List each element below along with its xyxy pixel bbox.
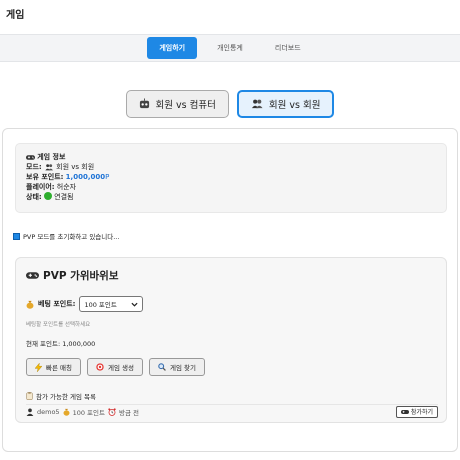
info-square-icon	[13, 232, 20, 240]
game-item-user: demo5	[37, 407, 60, 416]
current-points: 현재 포인트: 1,000,000	[26, 340, 96, 348]
game-item-time: 방금 전	[119, 408, 140, 417]
game-title-text: PVP 가위바위보	[43, 270, 119, 282]
moneybag-icon	[26, 300, 34, 309]
quick-match-button[interactable]: 빠른 매칭	[26, 358, 81, 376]
info-status-line: 상태: 연결됨	[26, 192, 436, 202]
game-item-points: 100 포인트	[72, 408, 105, 417]
status-dot-icon	[43, 192, 52, 200]
find-game-label: 게임 찾기	[170, 364, 196, 372]
game-title: PVP 가위바위보	[26, 268, 118, 283]
pvp-game-card: PVP 가위바위보 베팅 포인트: 100 포인트 베팅할 포인트를 선택하세요…	[15, 257, 447, 423]
page-title: 게임	[6, 10, 25, 21]
gamepad-icon	[26, 270, 39, 282]
search-icon	[158, 363, 166, 371]
chevron-down-icon	[131, 300, 138, 308]
bet-selected-value: 100 포인트	[84, 301, 117, 309]
info-status-value: 연결됨	[54, 193, 74, 201]
user-icon	[26, 408, 34, 416]
mode-member-vs-computer-button[interactable]: 회원 vs 컴퓨터	[125, 90, 229, 118]
bet-label: 베팅 포인트:	[38, 300, 76, 308]
mode-member-vs-member-button[interactable]: 회원 vs 회원	[236, 90, 335, 118]
info-player-key: 플레이어:	[26, 183, 55, 191]
game-info-box: 게임 정보 모드: 회원 vs 회원 보유 포인트: 1,000,000P 플레…	[15, 143, 447, 213]
info-points-value: 1,000,000	[65, 173, 106, 181]
lightning-icon	[35, 362, 42, 372]
action-buttons: 빠른 매칭 게임 생성 게임 찾기	[26, 358, 205, 376]
bet-points-select[interactable]: 100 포인트	[79, 296, 144, 312]
people-icon	[251, 98, 263, 110]
create-game-label: 게임 생성	[108, 364, 134, 372]
find-game-button[interactable]: 게임 찾기	[149, 358, 205, 376]
info-points-key: 보유 포인트:	[26, 173, 64, 181]
info-title: 게임 정보	[37, 153, 66, 161]
tab-bar: 게임하기 개인통계 리더보드	[0, 34, 460, 62]
tab-play[interactable]: 게임하기	[147, 37, 198, 59]
init-status-message: PVP 모드를 초기화하고 있습니다...	[13, 231, 119, 241]
info-mode-value: 회원 vs 회원	[56, 163, 95, 171]
game-panel: 게임 정보 모드: 회원 vs 회원 보유 포인트: 1,000,000P 플레…	[2, 128, 458, 452]
info-points-line: 보유 포인트: 1,000,000P	[26, 172, 436, 182]
mode-label: 회원 vs 회원	[268, 100, 321, 111]
info-player-value: 허순자	[56, 183, 77, 191]
info-points-unit: P	[105, 173, 110, 181]
create-game-button[interactable]: 게임 생성	[87, 358, 143, 376]
info-mode-line: 모드: 회원 vs 회원	[26, 162, 436, 172]
tab-leaderboard[interactable]: 리더보드	[263, 37, 313, 59]
list-title-text: 참가 가능한 게임 목록	[36, 393, 97, 401]
bet-row: 베팅 포인트: 100 포인트	[26, 296, 144, 312]
list-item: demo5 100 포인트 방금 전 참가하기	[26, 404, 438, 418]
join-game-label: 참가하기	[410, 409, 433, 416]
mode-selector: 회원 vs 컴퓨터 회원 vs 회원	[0, 90, 460, 118]
gamepad-icon	[400, 408, 409, 415]
quick-match-label: 빠른 매칭	[46, 364, 72, 372]
info-status-key: 상태:	[26, 193, 42, 201]
alarm-clock-icon	[108, 407, 116, 416]
clipboard-icon	[26, 392, 33, 400]
gamepad-icon	[26, 153, 37, 161]
moneybag-icon	[63, 408, 70, 416]
robot-icon	[139, 98, 150, 110]
bet-hint: 베팅할 포인트를 선택하세요	[26, 322, 91, 328]
info-title-line: 게임 정보	[26, 152, 436, 162]
game-item-info: demo5 100 포인트 방금 전	[26, 407, 139, 417]
info-mode-key: 모드:	[26, 163, 42, 171]
target-icon	[96, 363, 104, 371]
available-games-title: 참가 가능한 게임 목록	[26, 391, 96, 401]
people-icon	[44, 163, 56, 171]
mode-label: 회원 vs 컴퓨터	[155, 100, 216, 111]
info-player-line: 플레이어: 허순자	[26, 182, 436, 192]
init-message-text: PVP 모드를 초기화하고 있습니다...	[23, 233, 120, 241]
join-game-button[interactable]: 참가하기	[395, 405, 438, 418]
tab-personal-stats[interactable]: 개인통계	[205, 37, 255, 59]
